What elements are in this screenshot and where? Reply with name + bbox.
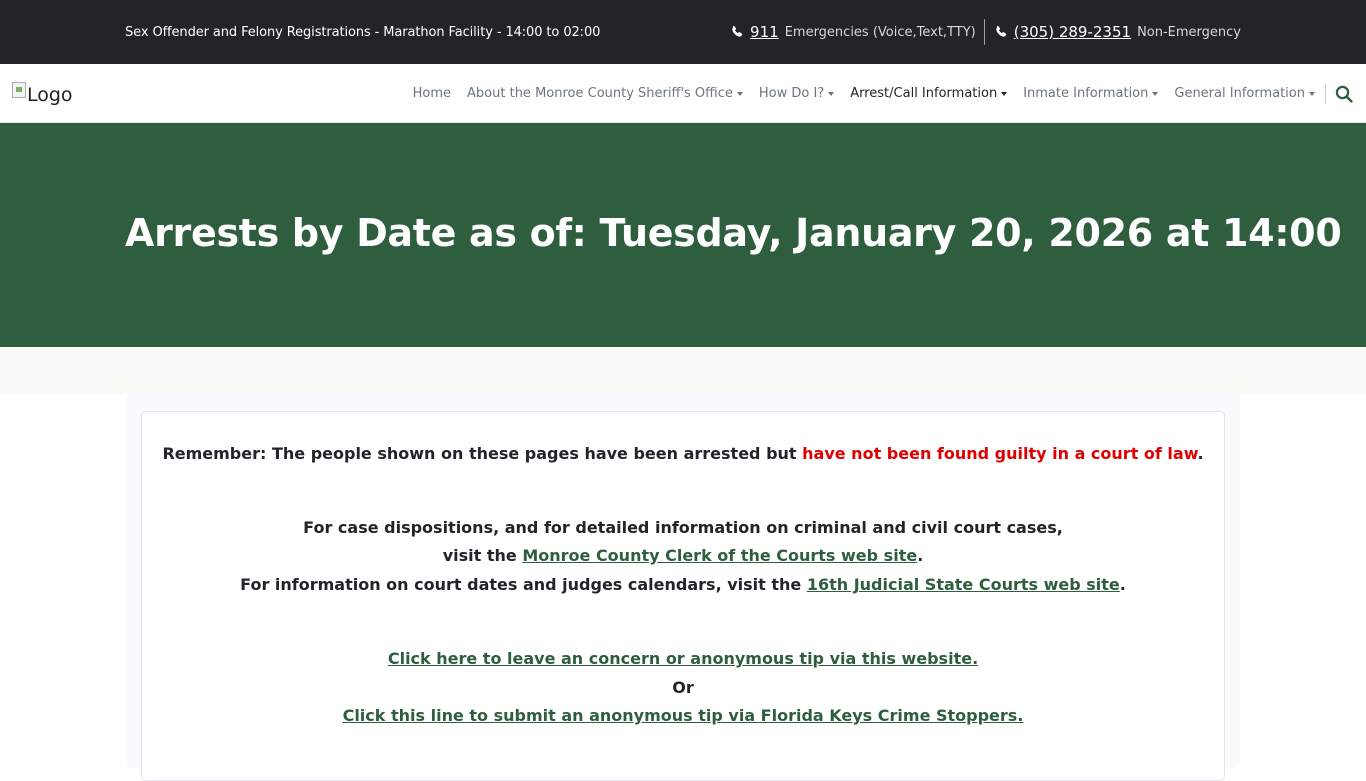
main-navbar: Logo Home About the Monroe County Sherif… xyxy=(0,64,1366,123)
phone-icon xyxy=(732,25,743,37)
phone-icon xyxy=(995,25,1006,37)
emergency-contact: 911 Emergencies (Voice,Text,TTY) xyxy=(730,23,976,41)
crime-stoppers-line: Click this line to submit an anonymous t… xyxy=(142,706,1224,725)
punctuation: . xyxy=(1119,575,1126,594)
page-title: Arrests by Date as of: Tuesday, January … xyxy=(125,211,1342,255)
contact-numbers: 911 Emergencies (Voice,Text,TTY) (305) 2… xyxy=(730,0,1241,64)
emergency-label: Emergencies (Voice,Text,TTY) xyxy=(784,24,976,40)
nav-menu: Home About the Monroe County Sheriff's O… xyxy=(397,64,1354,123)
court-dates-line: For information on court dates and judge… xyxy=(142,575,1224,594)
notice-card: Remember: The people shown on these page… xyxy=(141,411,1225,781)
non-emergency-label: Non-Emergency xyxy=(1137,24,1241,40)
anonymous-tip-link[interactable]: Click here to leave an concern or anonym… xyxy=(388,649,978,668)
search-icon xyxy=(1335,85,1353,103)
clerk-of-courts-link[interactable]: Monroe County Clerk of the Courts web si… xyxy=(522,546,917,565)
search-button[interactable] xyxy=(1334,84,1354,104)
remember-notice: Remember: The people shown on these page… xyxy=(142,444,1224,463)
section-spacer xyxy=(0,347,1366,395)
caret-down-icon xyxy=(1152,92,1159,96)
page-hero: Arrests by Date as of: Tuesday, January … xyxy=(0,123,1366,347)
not-guilty-warning: have not been found guilty in a court of… xyxy=(802,444,1198,463)
nav-item-about[interactable]: About the Monroe County Sheriff's Office xyxy=(467,86,743,101)
punctuation: . xyxy=(1197,444,1204,463)
tip-line: Click here to leave an concern or anonym… xyxy=(142,649,1224,668)
punctuation: . xyxy=(917,546,924,565)
nav-item-label: Inmate Information xyxy=(1023,86,1149,101)
nav-divider xyxy=(1325,83,1326,104)
caret-down-icon xyxy=(736,92,743,96)
nav-item-general-information[interactable]: General Information xyxy=(1174,86,1315,101)
logo-alt-text: Logo xyxy=(27,84,73,106)
state-courts-link[interactable]: 16th Judicial State Courts web site xyxy=(807,575,1120,594)
top-info-bar: Sex Offender and Felony Registrations - … xyxy=(0,0,1366,64)
dispositions-line-2: visit the Monroe County Clerk of the Cou… xyxy=(142,546,1224,565)
nav-item-label: General Information xyxy=(1174,86,1305,101)
crime-stoppers-link[interactable]: Click this line to submit an anonymous t… xyxy=(343,706,1024,725)
caret-down-icon xyxy=(828,92,835,96)
broken-image-icon xyxy=(12,82,26,98)
nav-item-label: Arrest/Call Information xyxy=(850,86,998,101)
remember-text: Remember: The people shown on these page… xyxy=(162,444,803,463)
or-separator: Or xyxy=(672,678,694,697)
registration-notice: Sex Offender and Felony Registrations - … xyxy=(125,25,601,40)
nav-item-label: About the Monroe County Sheriff's Office xyxy=(467,86,733,101)
non-emergency-number-link[interactable]: (305) 289-2351 xyxy=(1014,23,1131,41)
nav-item-arrest-call-information[interactable]: Arrest/Call Information xyxy=(850,86,1008,101)
contact-divider xyxy=(983,19,985,45)
site-logo[interactable]: Logo xyxy=(12,82,73,106)
visit-text: visit the xyxy=(442,546,523,565)
non-emergency-contact: (305) 289-2351 Non-Emergency xyxy=(994,23,1241,41)
nav-item-label: Home xyxy=(412,86,452,101)
court-dates-text: For information on court dates and judge… xyxy=(240,575,807,594)
nav-item-inmate-information[interactable]: Inmate Information xyxy=(1023,86,1159,101)
caret-down-icon xyxy=(1001,92,1008,96)
caret-down-icon xyxy=(1309,92,1315,96)
nav-item-home[interactable]: Home xyxy=(413,86,451,101)
dispositions-line-1: For case dispositions, and for detailed … xyxy=(303,518,1063,537)
emergency-number-link[interactable]: 911 xyxy=(750,23,779,41)
nav-item-label: How Do I? xyxy=(758,86,825,101)
nav-item-how-do-i[interactable]: How Do I? xyxy=(758,86,835,101)
